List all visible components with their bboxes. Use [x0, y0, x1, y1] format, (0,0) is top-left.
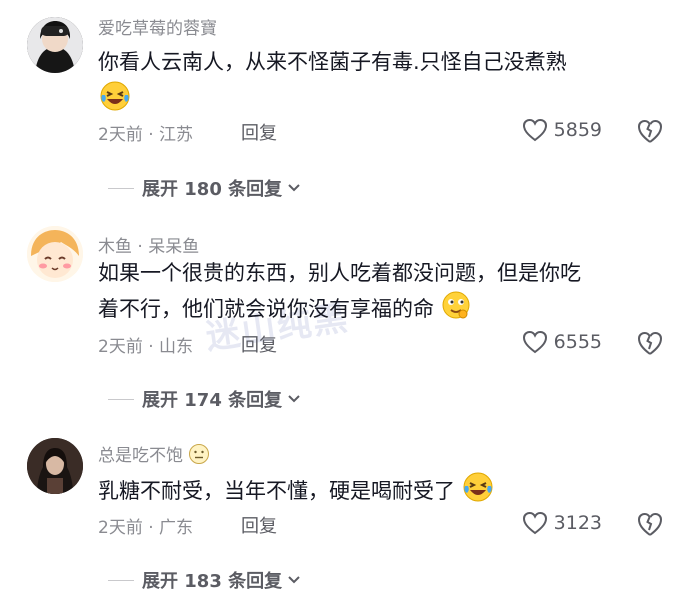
- like-count: 5859: [553, 119, 602, 141]
- like-count: 6555: [553, 331, 602, 353]
- avatar[interactable]: [27, 226, 83, 282]
- heart-icon: [522, 330, 547, 354]
- comment-text: 你看人云南人，从来不怪菌子有毒.只怪自己没煮熟: [98, 50, 567, 74]
- username[interactable]: 总是吃不饱: [98, 441, 210, 470]
- reply-button[interactable]: 回复: [241, 119, 277, 145]
- divider: [108, 398, 134, 400]
- broken-heart-icon: [637, 331, 663, 355]
- timestamp-location: 2天前 · 山东: [98, 337, 194, 357]
- avatar[interactable]: [27, 17, 83, 73]
- timestamp-location: 2天前 · 广东: [98, 518, 194, 538]
- like-button[interactable]: 5859: [522, 118, 602, 142]
- like-button[interactable]: 6555: [522, 330, 602, 354]
- neutral-face-emoji-icon: [188, 443, 210, 470]
- divider: [108, 579, 134, 581]
- username[interactable]: 木鱼 · 呆呆鱼: [98, 232, 199, 257]
- comment-text: 如果一个很贵的东西，别人吃着都没问题，但是你吃 着不行，他们就会说你没有享福的命: [98, 256, 658, 330]
- thinking-smile-emoji-icon: [441, 290, 471, 330]
- chevron-down-icon: [288, 576, 300, 584]
- heart-icon: [522, 511, 547, 535]
- comment-text: 乳糖不耐受，当年不懂，硬是喝耐受了: [98, 471, 658, 513]
- avatar[interactable]: [27, 438, 83, 494]
- divider: [108, 187, 134, 189]
- timestamp-location: 2天前 · 江苏: [98, 125, 194, 145]
- username[interactable]: 爱吃草莓的蓉寶: [98, 14, 217, 39]
- broken-heart-icon: [637, 512, 663, 536]
- dislike-button[interactable]: [636, 118, 664, 146]
- expand-replies-button[interactable]: 展开 183 条回复: [108, 567, 302, 593]
- heart-icon: [522, 118, 547, 142]
- laughing-crying-emoji-icon: [462, 471, 494, 513]
- laughing-crying-emoji-icon: [99, 80, 131, 116]
- reply-button[interactable]: 回复: [241, 512, 277, 538]
- broken-heart-icon: [637, 119, 663, 143]
- chevron-down-icon: [288, 395, 300, 403]
- like-button[interactable]: 3123: [522, 511, 602, 535]
- dislike-button[interactable]: [636, 511, 664, 539]
- expand-replies-button[interactable]: 展开 180 条回复: [108, 175, 302, 201]
- chevron-down-icon: [288, 184, 300, 192]
- like-count: 3123: [553, 512, 602, 534]
- dislike-button[interactable]: [636, 330, 664, 358]
- reply-button[interactable]: 回复: [241, 331, 277, 357]
- expand-replies-button[interactable]: 展开 174 条回复: [108, 386, 302, 412]
